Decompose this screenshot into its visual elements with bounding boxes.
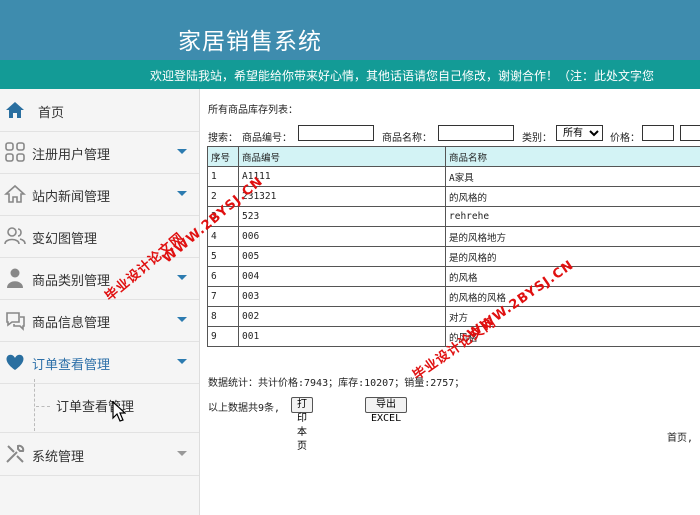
heart-icon: [6, 354, 24, 370]
chat-icon: [6, 312, 25, 331]
sidebar-item-products[interactable]: 商品信息管理: [0, 299, 199, 342]
price-label: 价格：: [610, 133, 640, 144]
grid-icon: [5, 142, 25, 162]
sidebar-item-news[interactable]: 站内新闻管理: [0, 173, 199, 216]
search-label: 搜索：: [208, 133, 238, 144]
product-name-input[interactable]: [438, 125, 514, 141]
table-row: 3 523 rehrehe: [207, 206, 700, 227]
sidebar-item-label: 商品信息管理: [32, 316, 111, 331]
chevron-down-icon: [177, 359, 187, 364]
app-title: 家居销售系统: [178, 29, 322, 55]
column-header: 序号: [207, 146, 239, 167]
product-code-input[interactable]: [298, 125, 374, 141]
column-header: 商品名称: [445, 146, 700, 167]
chevron-down-icon: [177, 317, 187, 322]
table-row: 5 005 是的风格的: [207, 246, 700, 267]
app-header: 家居销售系统: [0, 0, 700, 60]
main-content: 所有商品库存列表： 搜索： 商品编号： 商品名称： 类别： 所有 价格： 序号 …: [200, 89, 700, 515]
code-label: 商品编号：: [242, 133, 292, 144]
list-title: 所有商品库存列表：: [208, 105, 298, 116]
sidebar-item-label: 首页: [38, 106, 65, 121]
sidebar-item-orders[interactable]: 订单查看管理: [0, 341, 199, 384]
marquee-text: 欢迎登陆我站，希望能给你带来好心情，其他话语请您自己修改，谢谢合作！（注：此处文…: [150, 69, 655, 83]
record-count: 以上数据共9条,: [208, 403, 281, 414]
sidebar-item-label: 站内新闻管理: [32, 190, 111, 205]
sidebar-item-label: 订单查看管理: [32, 358, 111, 373]
sidebar-item-system[interactable]: 系统管理: [0, 432, 199, 476]
chevron-down-icon: [177, 149, 187, 154]
mouse-cursor-icon: [112, 401, 126, 422]
column-header: 商品编号: [238, 146, 446, 167]
pager[interactable]: 首页,: [667, 429, 693, 444]
sidebar-item-label: 变幻图管理: [32, 232, 98, 247]
price-max-input[interactable]: [680, 125, 700, 141]
sidebar-item-label: 系统管理: [32, 450, 85, 465]
sidebar: 首页 注册用户管理 站内新闻管理 变幻图管理 商品类别管理 商品信息管理 订单查…: [0, 89, 200, 515]
sidebar-item-home[interactable]: 首页: [0, 89, 199, 132]
table-row: 2 231321 的风格的: [207, 186, 700, 207]
user-icon: [7, 268, 23, 288]
table-row: 7 003 的风格的风格: [207, 286, 700, 307]
table-row: 4 006 是的风格地方: [207, 226, 700, 247]
chevron-down-icon: [177, 451, 187, 456]
product-table: 序号 商品编号 商品名称 1 A1111 A家具 2 231321 的风格的 3 523 r…: [207, 146, 700, 347]
sidebar-subitem-orders[interactable]: 订单查看管理: [0, 379, 199, 431]
category-label: 类别：: [522, 133, 552, 144]
category-select[interactable]: 所有: [556, 125, 603, 141]
sidebar-item-users[interactable]: 注册用户管理: [0, 131, 199, 174]
table-row: 8 002 对方: [207, 306, 700, 327]
print-button[interactable]: 打印本页: [291, 397, 313, 452]
users-icon: [4, 227, 26, 245]
tools-icon: [6, 444, 25, 463]
chevron-down-icon: [177, 191, 187, 196]
name-label: 商品名称：: [382, 133, 432, 144]
home-icon: [4, 184, 26, 203]
table-header-row: 序号 商品编号 商品名称: [207, 146, 700, 167]
table-footer: 以上数据共9条, 打印本页 导出EXCEL: [208, 397, 408, 452]
price-min-input[interactable]: [642, 125, 674, 141]
export-excel-button[interactable]: 导出EXCEL: [365, 397, 408, 424]
sidebar-item-label: 商品类别管理: [32, 274, 111, 289]
table-row: 1 A1111 A家具: [207, 166, 700, 187]
chevron-down-icon: [177, 275, 187, 280]
sidebar-item-label: 注册用户管理: [32, 148, 111, 163]
welcome-marquee: 欢迎登陆我站，希望能给你带来好心情，其他话语请您自己修改，谢谢合作！（注：此处文…: [0, 60, 700, 89]
home-icon: [6, 102, 24, 118]
table-row: 6 004 的风格: [207, 266, 700, 287]
